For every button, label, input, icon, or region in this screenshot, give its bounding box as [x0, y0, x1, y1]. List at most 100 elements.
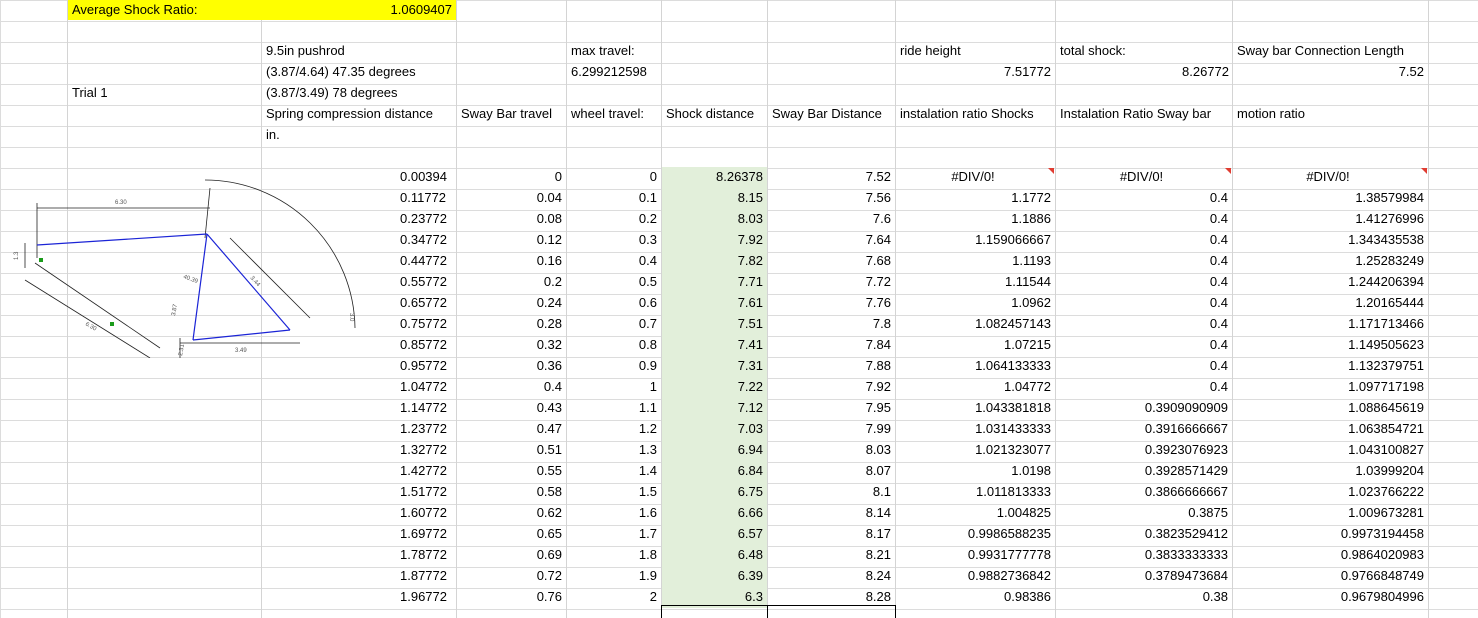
installation-ratio-shocks-cell[interactable]: 1.07215: [895, 335, 1051, 355]
motion-ratio-cell[interactable]: 1.023766222: [1232, 482, 1424, 502]
motion-ratio-cell[interactable]: 1.149505623: [1232, 335, 1424, 355]
spring-compression-cell[interactable]: 0.55772: [400, 272, 447, 292]
pushrod-label[interactable]: 9.5in pushrod: [266, 41, 345, 61]
shock-distance-cell[interactable]: 7.61: [661, 293, 763, 313]
sway-bar-travel-cell[interactable]: 0: [456, 167, 562, 187]
shock-distance-cell[interactable]: 6.66: [661, 503, 763, 523]
sway-bar-distance-cell[interactable]: 7.76: [767, 293, 891, 313]
installation-ratio-sway-cell[interactable]: 0.3789473684: [1055, 566, 1228, 586]
col-header-installation-ratio-sway-bar[interactable]: Instalation Ratio Sway bar: [1060, 104, 1211, 124]
wheel-travel-cell[interactable]: 0.5: [566, 272, 657, 292]
installation-ratio-shocks-cell[interactable]: 1.021323077: [895, 440, 1051, 460]
shock-distance-cell[interactable]: 6.48: [661, 545, 763, 565]
sway-bar-travel-cell[interactable]: 0.2: [456, 272, 562, 292]
sway-bar-distance-cell[interactable]: 8.21: [767, 545, 891, 565]
shock-distance-cell[interactable]: 6.39: [661, 566, 763, 586]
spring-compression-cell[interactable]: 1.96772: [400, 587, 447, 607]
installation-ratio-sway-cell[interactable]: 0.4: [1055, 188, 1228, 208]
sway-bar-distance-cell[interactable]: 7.6: [767, 209, 891, 229]
installation-ratio-shocks-cell[interactable]: 1.082457143: [895, 314, 1051, 334]
sway-bar-distance-cell[interactable]: 7.64: [767, 230, 891, 250]
wheel-travel-cell[interactable]: 1.1: [566, 398, 657, 418]
sway-bar-travel-cell[interactable]: 0.69: [456, 545, 562, 565]
installation-ratio-sway-cell[interactable]: 0.4: [1055, 377, 1228, 397]
spring-compression-cell[interactable]: 1.14772: [400, 398, 447, 418]
motion-ratio-cell[interactable]: 0.9766848749: [1232, 566, 1424, 586]
spring-compression-cell[interactable]: 0.75772: [400, 314, 447, 334]
sway-bar-travel-cell[interactable]: 0.58: [456, 482, 562, 502]
sway-bar-connection-label[interactable]: Sway bar Connection Length: [1237, 41, 1404, 61]
angle-1-label[interactable]: (3.87/4.64) 47.35 degrees: [266, 62, 416, 82]
sway-bar-travel-cell[interactable]: 0.12: [456, 230, 562, 250]
installation-ratio-sway-cell[interactable]: #DIV/0!: [1055, 167, 1228, 187]
wheel-travel-cell[interactable]: 1.9: [566, 566, 657, 586]
installation-ratio-shocks-cell[interactable]: 1.159066667: [895, 230, 1051, 250]
wheel-travel-cell[interactable]: 1.5: [566, 482, 657, 502]
sway-bar-travel-cell[interactable]: 0.4: [456, 377, 562, 397]
installation-ratio-sway-cell[interactable]: 0.3928571429: [1055, 461, 1228, 481]
max-travel-value[interactable]: 6.299212598: [571, 62, 647, 82]
wheel-travel-cell[interactable]: 0.1: [566, 188, 657, 208]
max-travel-label[interactable]: max travel:: [571, 41, 635, 61]
shock-distance-cell[interactable]: 6.3: [661, 587, 763, 607]
installation-ratio-shocks-cell[interactable]: 1.031433333: [895, 419, 1051, 439]
installation-ratio-shocks-cell[interactable]: 0.9882736842: [895, 566, 1051, 586]
spring-compression-cell[interactable]: 1.69772: [400, 524, 447, 544]
wheel-travel-cell[interactable]: 0: [566, 167, 657, 187]
sway-bar-travel-cell[interactable]: 0.36: [456, 356, 562, 376]
sway-bar-distance-cell[interactable]: 7.84: [767, 335, 891, 355]
sway-bar-distance-cell[interactable]: 8.14: [767, 503, 891, 523]
wheel-travel-cell[interactable]: 0.2: [566, 209, 657, 229]
wheel-travel-cell[interactable]: 1: [566, 377, 657, 397]
shock-distance-cell[interactable]: 7.12: [661, 398, 763, 418]
installation-ratio-shocks-cell[interactable]: 1.1772: [895, 188, 1051, 208]
sway-bar-travel-cell[interactable]: 0.72: [456, 566, 562, 586]
col-header-spring-compression[interactable]: Spring compression distance: [266, 104, 433, 124]
motion-ratio-cell[interactable]: 0.9679804996: [1232, 587, 1424, 607]
shock-distance-cell[interactable]: 8.26378: [661, 167, 763, 187]
installation-ratio-shocks-cell[interactable]: 1.043381818: [895, 398, 1051, 418]
sway-bar-distance-cell[interactable]: 8.17: [767, 524, 891, 544]
average-shock-ratio-label[interactable]: Average Shock Ratio:: [72, 0, 198, 20]
col-header-shock-distance[interactable]: Shock distance: [666, 104, 754, 124]
sway-bar-distance-cell[interactable]: 8.28: [767, 587, 891, 607]
ride-height-label[interactable]: ride height: [900, 41, 961, 61]
motion-ratio-cell[interactable]: 0.9973194458: [1232, 524, 1424, 544]
wheel-travel-cell[interactable]: 0.6: [566, 293, 657, 313]
spring-compression-cell[interactable]: 1.60772: [400, 503, 447, 523]
sway-bar-travel-cell[interactable]: 0.55: [456, 461, 562, 481]
spring-compression-cell[interactable]: 0.00394: [400, 167, 447, 187]
installation-ratio-sway-cell[interactable]: 0.3923076923: [1055, 440, 1228, 460]
installation-ratio-shocks-cell[interactable]: 1.1886: [895, 209, 1051, 229]
installation-ratio-shocks-cell[interactable]: #DIV/0!: [895, 167, 1051, 187]
sway-bar-travel-cell[interactable]: 0.32: [456, 335, 562, 355]
installation-ratio-shocks-cell[interactable]: 1.0962: [895, 293, 1051, 313]
spring-compression-cell[interactable]: 1.87772: [400, 566, 447, 586]
sway-bar-distance-cell[interactable]: 7.88: [767, 356, 891, 376]
shock-distance-cell[interactable]: 6.75: [661, 482, 763, 502]
wheel-travel-cell[interactable]: 1.4: [566, 461, 657, 481]
motion-ratio-cell[interactable]: 1.063854721: [1232, 419, 1424, 439]
motion-ratio-cell[interactable]: 1.132379751: [1232, 356, 1424, 376]
spring-compression-cell[interactable]: 0.65772: [400, 293, 447, 313]
shock-distance-cell[interactable]: 8.03: [661, 209, 763, 229]
sway-bar-travel-cell[interactable]: 0.62: [456, 503, 562, 523]
shock-distance-cell[interactable]: 7.71: [661, 272, 763, 292]
installation-ratio-sway-cell[interactable]: 0.3866666667: [1055, 482, 1228, 502]
sway-bar-distance-cell[interactable]: 7.52: [767, 167, 891, 187]
shock-distance-cell[interactable]: 7.22: [661, 377, 763, 397]
shock-distance-cell[interactable]: 7.82: [661, 251, 763, 271]
wheel-travel-cell[interactable]: 0.7: [566, 314, 657, 334]
col-header-sway-bar-distance[interactable]: Sway Bar Distance: [772, 104, 882, 124]
sway-bar-travel-cell[interactable]: 0.16: [456, 251, 562, 271]
motion-ratio-cell[interactable]: 1.097717198: [1232, 377, 1424, 397]
installation-ratio-shocks-cell[interactable]: 1.0198: [895, 461, 1051, 481]
installation-ratio-sway-cell[interactable]: 0.4: [1055, 230, 1228, 250]
sway-bar-travel-cell[interactable]: 0.08: [456, 209, 562, 229]
installation-ratio-shocks-cell[interactable]: 1.011813333: [895, 482, 1051, 502]
installation-ratio-sway-cell[interactable]: 0.3875: [1055, 503, 1228, 523]
col-header-units[interactable]: in.: [266, 125, 280, 145]
wheel-travel-cell[interactable]: 1.7: [566, 524, 657, 544]
motion-ratio-cell[interactable]: 0.9864020983: [1232, 545, 1424, 565]
motion-ratio-cell[interactable]: 1.009673281: [1232, 503, 1424, 523]
